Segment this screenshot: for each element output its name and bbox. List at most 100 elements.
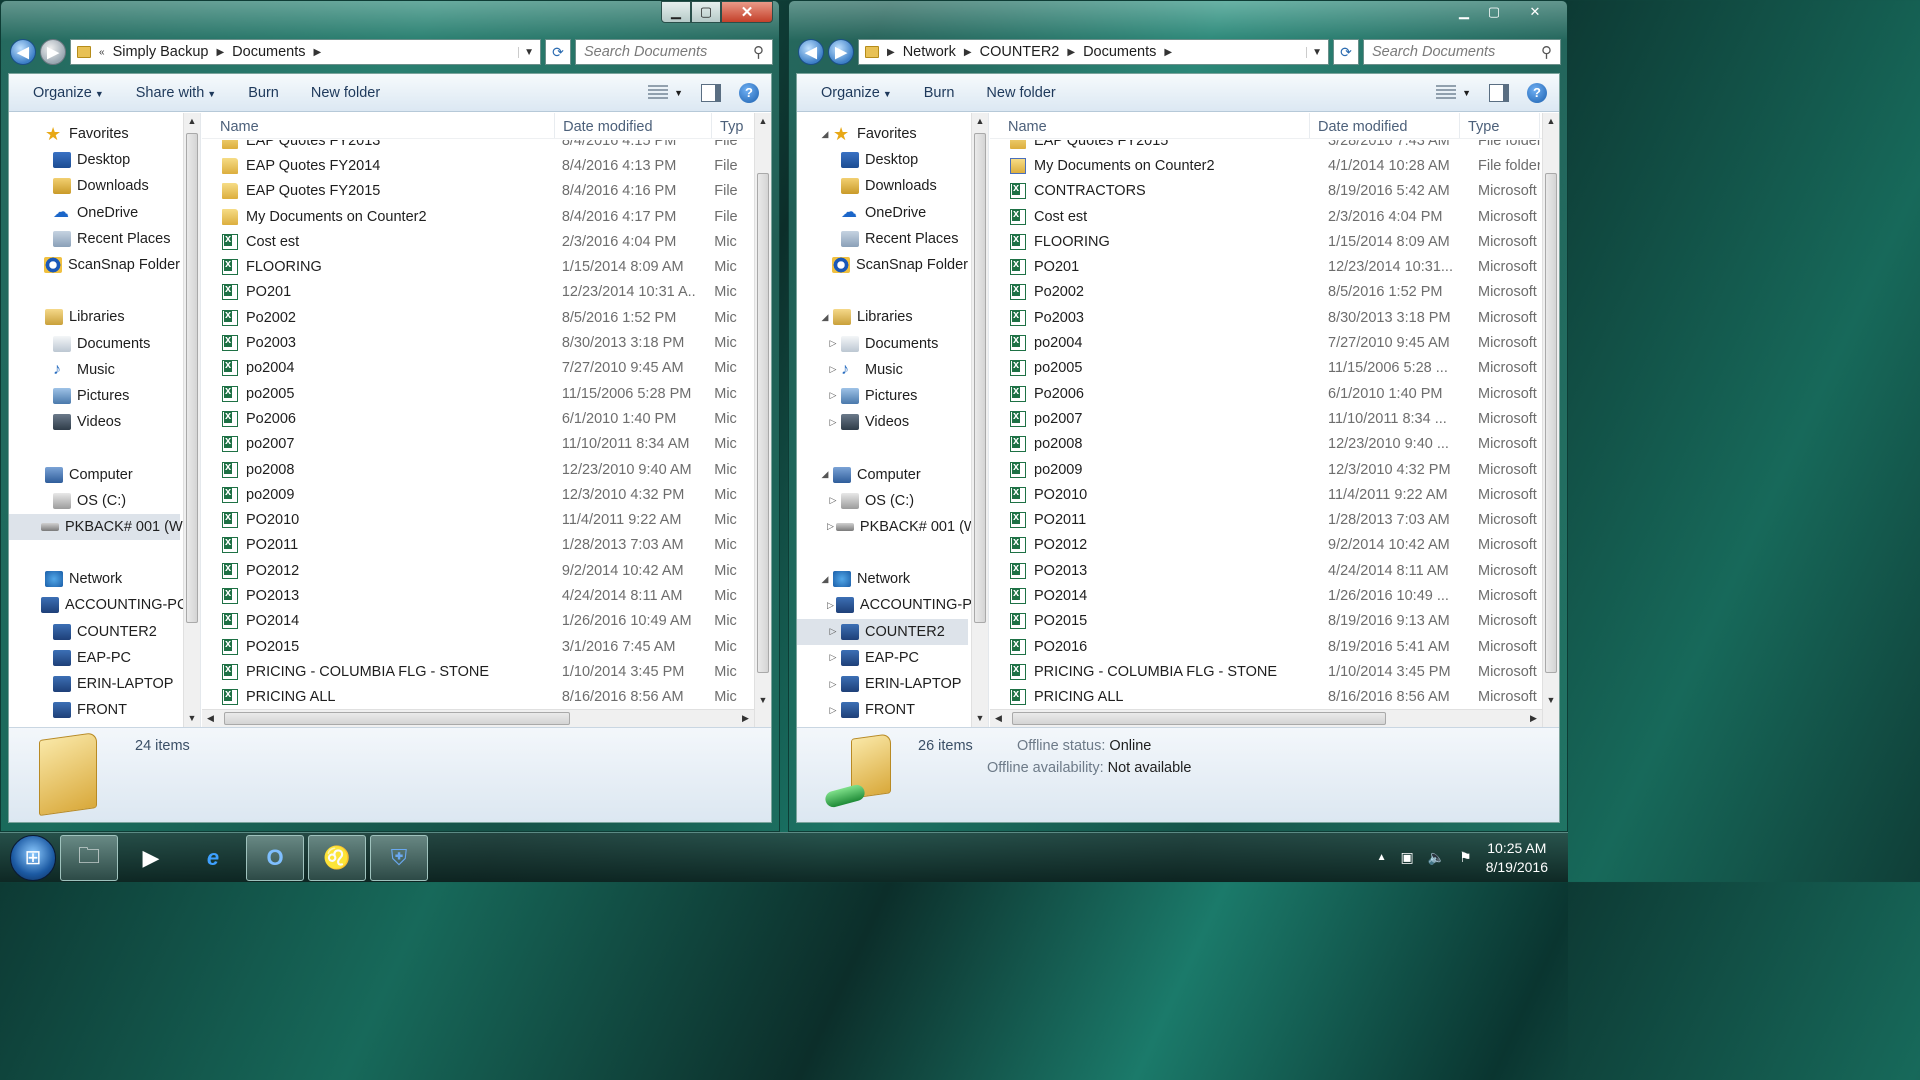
minimize-button[interactable]: ▁	[661, 1, 691, 23]
file-name-cell[interactable]: CONTRACTORS	[990, 183, 1310, 200]
file-name-cell[interactable]: PO2015	[990, 613, 1310, 630]
nav-item-eap-pc[interactable]: ▷ EAP-PC	[797, 645, 968, 671]
expand-arrow-icon[interactable]: ◢	[819, 312, 831, 323]
chevron-right-icon[interactable]: ▶	[314, 47, 322, 58]
file-name-cell[interactable]: po2009	[990, 461, 1310, 478]
file-row[interactable]: po2008 12/23/2010 9:40 ... Microsoft	[990, 432, 1542, 457]
nav-item-videos[interactable]: ▷ Videos	[797, 409, 968, 435]
file-row[interactable]: CONTRACTORS 8/19/2016 5:42 AM Microsoft	[990, 179, 1542, 204]
file-name-cell[interactable]: PO2014	[202, 613, 544, 630]
nav-item-onedrive[interactable]: ☁ OneDrive	[797, 200, 968, 226]
help-icon[interactable]: ?	[1527, 82, 1547, 103]
file-row[interactable]: PO2014 1/26/2016 10:49 AM Mic	[202, 609, 754, 634]
breadcrumb-documents[interactable]: Documents	[1083, 44, 1156, 60]
file-row[interactable]: FLOORING 1/15/2014 8:09 AM Microsoft	[990, 229, 1542, 254]
file-name-cell[interactable]: EAP Quotes FY2015	[990, 140, 1310, 149]
nav-item-network[interactable]: Network	[9, 566, 180, 592]
organize-button[interactable]: Organize ▼	[21, 85, 116, 101]
nav-item-music[interactable]: ▷ ♪ Music	[797, 357, 968, 383]
file-name-cell[interactable]: PRICING - COLUMBIA FLG - STONE	[990, 663, 1310, 680]
file-name-cell[interactable]: po2004	[990, 335, 1310, 352]
file-name-cell[interactable]: PO2012	[202, 562, 544, 579]
file-list-scrollbar[interactable]: ▲ ▼	[1542, 113, 1559, 727]
search-input[interactable]: Search Documents ⚲	[575, 39, 773, 65]
nav-item-os-c[interactable]: OS (C:)	[9, 488, 180, 514]
file-row[interactable]: Po2003 8/30/2013 3:18 PM Microsoft	[990, 305, 1542, 330]
file-name-cell[interactable]: PO201	[202, 284, 544, 301]
view-dropdown-icon[interactable]: ▼	[1462, 88, 1471, 98]
maximize-button[interactable]: ▢	[691, 1, 721, 23]
file-row[interactable]: PO2015 3/1/2016 7:45 AM Mic	[202, 634, 754, 659]
file-name-cell[interactable]: Cost est	[990, 208, 1310, 225]
column-header-name[interactable]: Name	[202, 113, 556, 138]
nav-item-favorites[interactable]: ◢ ★ Favorites	[797, 121, 968, 147]
nav-item-videos[interactable]: Videos	[9, 409, 180, 435]
file-row[interactable]: Po2002 8/5/2016 1:52 PM Microsoft	[990, 280, 1542, 305]
file-name-cell[interactable]: FLOORING	[202, 259, 544, 276]
file-row[interactable]: Po2002 8/5/2016 1:52 PM Mic	[202, 305, 754, 330]
nav-item-recent-places[interactable]: Recent Places	[797, 226, 968, 252]
file-row[interactable]: PO2011 1/28/2013 7:03 AM Microsoft	[990, 507, 1542, 532]
expand-arrow-icon[interactable]: ◢	[819, 129, 831, 140]
horizontal-scrollbar[interactable]: ◀ ▶	[990, 709, 1542, 727]
nav-item-computer[interactable]: Computer	[9, 461, 180, 487]
breadcrumb-overflow[interactable]: «	[99, 47, 105, 58]
file-name-cell[interactable]: po2008	[990, 436, 1310, 453]
share-with-button[interactable]: Share with ▼	[124, 85, 228, 101]
file-row[interactable]: PO2016 8/19/2016 5:41 AM Microsoft	[990, 634, 1542, 659]
back-button[interactable]: ◀	[798, 39, 824, 65]
nav-item-libraries[interactable]: ◢ Libraries	[797, 304, 968, 330]
file-name-cell[interactable]: Po2003	[202, 335, 544, 352]
file-name-cell[interactable]: PO2014	[990, 587, 1310, 604]
refresh-button[interactable]: ⟳	[1333, 39, 1359, 65]
expand-arrow-icon[interactable]: ◢	[819, 469, 831, 480]
file-name-cell[interactable]: po2005	[202, 385, 544, 402]
column-header-date-modified[interactable]: Date modified	[555, 113, 713, 138]
search-icon[interactable]: ⚲	[1541, 43, 1552, 61]
scroll-thumb[interactable]	[1545, 173, 1557, 673]
file-row[interactable]: PO2015 8/19/2016 9:13 AM Microsoft	[990, 609, 1542, 634]
close-button[interactable]: ✕	[721, 1, 773, 23]
nav-item-music[interactable]: ♪ Music	[9, 357, 180, 383]
nav-item-downloads[interactable]: Downloads	[797, 173, 968, 199]
file-name-cell[interactable]: My Documents on Counter2	[990, 157, 1310, 174]
nav-item-front[interactable]: ▷ FRONT	[797, 697, 968, 723]
nav-item-scansnap-folder[interactable]: ScanSnap Folder	[797, 252, 968, 278]
expand-arrow-icon[interactable]: ▷	[827, 705, 839, 716]
file-name-cell[interactable]: EAP Quotes FY2014	[202, 157, 544, 174]
outlook-icon[interactable]: O	[246, 834, 304, 881]
nav-item-counter2[interactable]: COUNTER2	[9, 619, 180, 645]
preview-pane-icon[interactable]	[701, 83, 721, 102]
scroll-left-arrow-icon[interactable]: ◀	[990, 710, 1007, 727]
lion-app-icon[interactable]: ♌	[308, 834, 366, 881]
column-header-type[interactable]: Type	[1460, 113, 1540, 138]
chevron-right-icon[interactable]: ▶	[887, 47, 895, 58]
file-row[interactable]: PO2014 1/26/2016 10:49 ... Microsoft	[990, 583, 1542, 608]
file-row[interactable]: EAP Quotes FY2015 3/28/2016 7:43 AM File f…	[990, 140, 1542, 153]
expand-arrow-icon[interactable]: ▷	[827, 679, 839, 690]
file-name-cell[interactable]: Po2006	[202, 410, 544, 427]
scroll-left-arrow-icon[interactable]: ◀	[202, 710, 219, 727]
file-row[interactable]: PO2012 9/2/2014 10:42 AM Mic	[202, 558, 754, 583]
file-name-cell[interactable]: PO2013	[202, 587, 544, 604]
file-row[interactable]: PO2011 1/28/2013 7:03 AM Mic	[202, 533, 754, 558]
file-row[interactable]: PO201 12/23/2014 10:31 A... Mic	[202, 280, 754, 305]
scroll-down-arrow-icon[interactable]: ▼	[184, 710, 200, 727]
minimize-button[interactable]: ▁	[1449, 1, 1479, 23]
file-row[interactable]: EAP Quotes FY2014 8/4/2016 4:13 PM File	[202, 153, 754, 178]
nav-item-pictures[interactable]: Pictures	[9, 383, 180, 409]
burn-button[interactable]: Burn	[236, 85, 291, 101]
expand-arrow-icon[interactable]: ▷	[827, 417, 839, 428]
file-name-cell[interactable]: Po2002	[202, 309, 544, 326]
address-dropdown-icon[interactable]: ▼	[518, 46, 534, 58]
nav-item-counter2[interactable]: ▷ COUNTER2	[797, 618, 968, 645]
chevron-right-icon[interactable]: ▶	[1067, 47, 1075, 58]
column-header-date-modified[interactable]: Date modified	[1310, 113, 1460, 138]
nav-item-pkback-001-w[interactable]: ▷ PKBACK# 001 (W:	[797, 514, 981, 540]
expand-arrow-icon[interactable]: ▷	[827, 652, 839, 663]
nav-item-favorites[interactable]: ★ Favorites	[9, 121, 180, 147]
refresh-button[interactable]: ⟳	[545, 39, 571, 65]
scroll-down-arrow-icon[interactable]: ▼	[972, 710, 988, 727]
media-player-icon[interactable]: ▶	[122, 835, 180, 881]
file-row[interactable]: Po2003 8/30/2013 3:18 PM Mic	[202, 330, 754, 355]
